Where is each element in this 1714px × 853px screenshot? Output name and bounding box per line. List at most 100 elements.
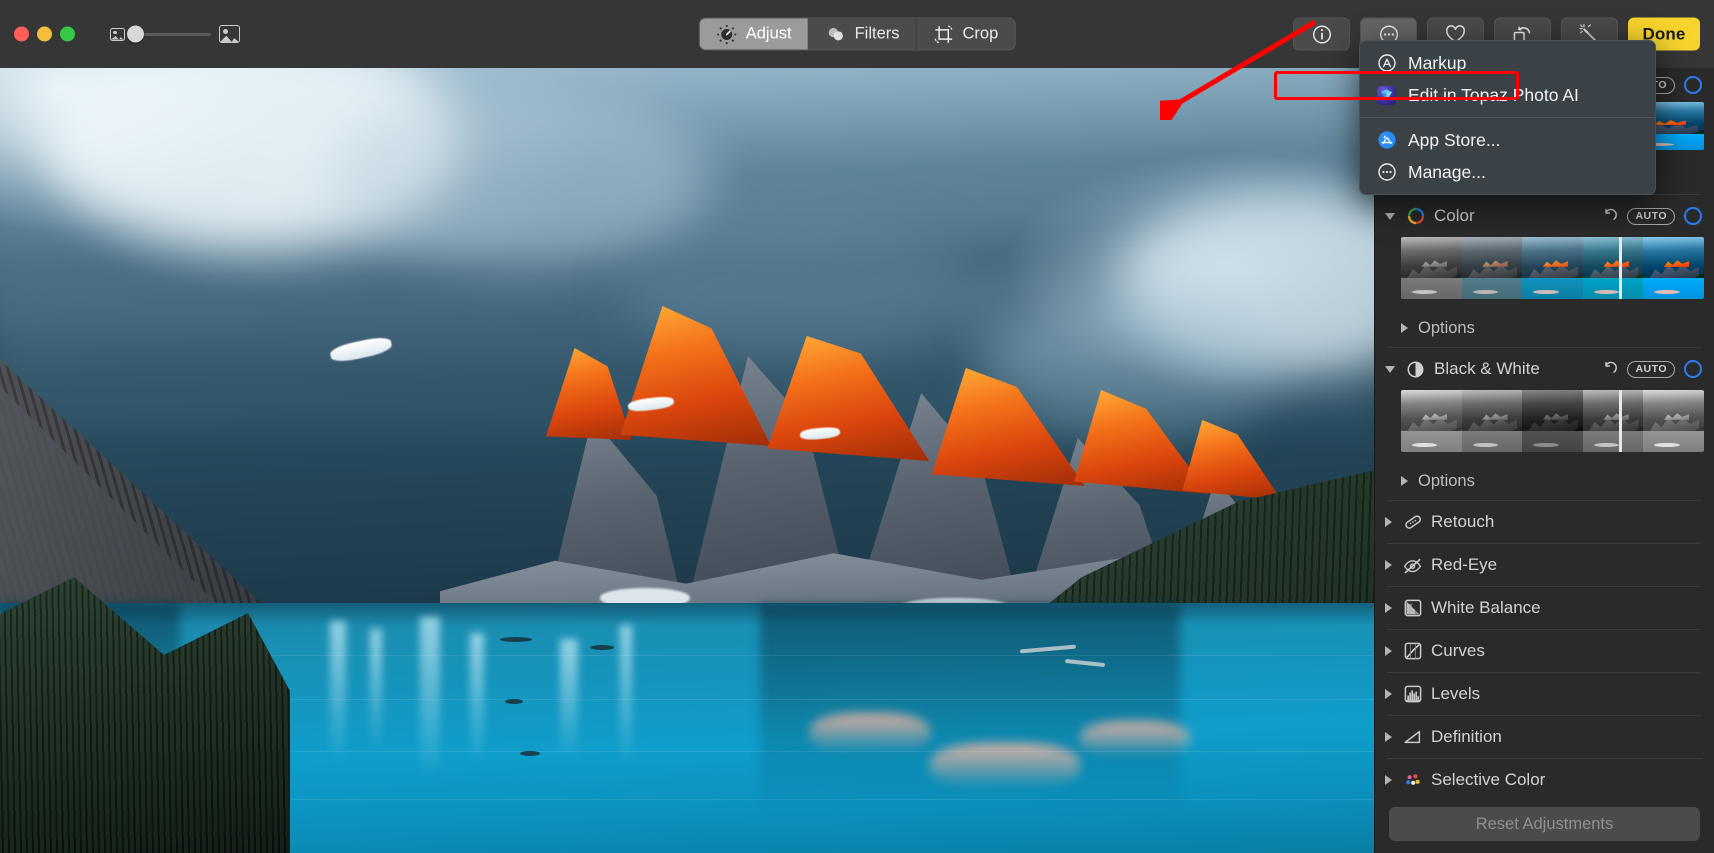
black-white-options-row[interactable]: Options bbox=[1375, 462, 1714, 500]
menu-item-markup[interactable]: Markup bbox=[1360, 47, 1655, 79]
zoom-slider-knob[interactable] bbox=[127, 25, 144, 43]
disclosure-triangle-icon[interactable] bbox=[1385, 365, 1395, 373]
levels-histogram-icon bbox=[1402, 684, 1423, 705]
color-options-row[interactable]: Options bbox=[1375, 309, 1714, 347]
app-store-icon bbox=[1376, 130, 1397, 151]
sidebar-section-title: Red-Eye bbox=[1431, 555, 1498, 574]
curves-icon bbox=[1402, 641, 1423, 662]
options-label: Options bbox=[1418, 318, 1475, 337]
disclosure-triangle-icon[interactable] bbox=[1385, 212, 1395, 220]
zoom-slider[interactable] bbox=[127, 25, 211, 43]
close-window-button[interactable] bbox=[14, 26, 29, 42]
bandage-icon bbox=[1402, 512, 1423, 533]
sidebar-section-black-and-white[interactable]: Black & White AUTO bbox=[1375, 348, 1714, 390]
disclosure-triangle-icon[interactable] bbox=[1385, 517, 1392, 527]
sidebar-section-title: Selective Color bbox=[1431, 770, 1546, 789]
photo-canvas[interactable] bbox=[0, 68, 1374, 853]
sidebar-section-white-balance[interactable]: W B White Balance bbox=[1375, 587, 1714, 629]
minimize-window-button[interactable] bbox=[37, 26, 52, 42]
tab-adjust-label: Adjust bbox=[745, 24, 792, 43]
tab-filters[interactable]: Filters bbox=[809, 18, 917, 50]
sidebar-footer: Reset Adjustments bbox=[1375, 795, 1714, 853]
black-white-preset-strip[interactable] bbox=[1401, 390, 1704, 452]
sidebar-section-definition[interactable]: Definition bbox=[1375, 716, 1714, 758]
markup-circle-a-icon bbox=[1376, 53, 1397, 74]
menu-item-app-store[interactable]: App Store... bbox=[1360, 124, 1655, 156]
traffic-lights bbox=[14, 26, 75, 42]
sidebar-section-title: Definition bbox=[1431, 727, 1502, 746]
definition-triangle-icon bbox=[1402, 727, 1423, 748]
photo-image bbox=[0, 68, 1374, 853]
disclosure-triangle-icon[interactable] bbox=[1385, 560, 1392, 570]
color-preset-strip[interactable] bbox=[1401, 237, 1704, 299]
tab-adjust[interactable]: Adjust bbox=[699, 18, 809, 50]
sidebar-section-color[interactable]: Color AUTO bbox=[1375, 195, 1714, 237]
svg-text:B: B bbox=[1415, 610, 1418, 615]
contrast-half-circle-icon bbox=[1405, 359, 1426, 380]
sidebar-section-title: Black & White bbox=[1434, 359, 1540, 378]
preset-thumb[interactable] bbox=[1582, 390, 1644, 452]
section-enable-toggle[interactable] bbox=[1684, 207, 1702, 225]
disclosure-triangle-icon[interactable] bbox=[1385, 603, 1392, 613]
crop-rotate-icon bbox=[934, 25, 953, 43]
reset-icon[interactable] bbox=[1602, 208, 1618, 224]
preset-thumb[interactable] bbox=[1582, 237, 1644, 299]
selective-color-dots-icon bbox=[1402, 770, 1423, 791]
eye-slash-icon bbox=[1402, 555, 1423, 576]
sidebar-section-title: Levels bbox=[1431, 684, 1481, 703]
sidebar-section-levels[interactable]: Levels bbox=[1375, 673, 1714, 715]
info-button[interactable] bbox=[1293, 17, 1350, 51]
disclosure-triangle-icon[interactable] bbox=[1385, 689, 1392, 699]
topaz-gem-icon bbox=[1376, 85, 1397, 106]
menu-item-label: Edit in Topaz Photo AI bbox=[1408, 84, 1579, 105]
auto-button[interactable]: AUTO bbox=[1627, 360, 1675, 378]
disclosure-triangle-icon[interactable] bbox=[1385, 646, 1392, 656]
sidebar-section-title: Retouch bbox=[1431, 512, 1495, 531]
zoom-window-button[interactable] bbox=[60, 26, 75, 42]
preset-thumb[interactable] bbox=[1461, 237, 1523, 299]
preset-thumb[interactable] bbox=[1643, 390, 1704, 452]
white-balance-icon: W B bbox=[1402, 598, 1423, 619]
menu-item-label: Markup bbox=[1408, 52, 1467, 73]
preset-thumb[interactable] bbox=[1522, 390, 1583, 452]
reset-icon[interactable] bbox=[1602, 361, 1618, 377]
sidebar-section-selective-color[interactable]: Selective Color bbox=[1375, 759, 1714, 795]
photos-edit-window: Light AUTO Options bbox=[0, 0, 1714, 853]
tab-filters-label: Filters bbox=[854, 24, 900, 43]
disclosure-triangle-icon[interactable] bbox=[1385, 732, 1392, 742]
sidebar-section-title: Color bbox=[1434, 206, 1475, 225]
disclosure-triangle-icon[interactable] bbox=[1385, 775, 1392, 785]
strip-position-marker[interactable] bbox=[1619, 237, 1622, 299]
sidebar-section-title: Curves bbox=[1431, 641, 1485, 660]
disclosure-triangle-icon[interactable] bbox=[1401, 476, 1408, 486]
filters-circles-icon bbox=[828, 27, 843, 40]
preset-thumb[interactable] bbox=[1401, 390, 1462, 452]
thumbnail-large-icon bbox=[219, 25, 240, 43]
reset-adjustments-button[interactable]: Reset Adjustments bbox=[1389, 807, 1700, 841]
strip-position-marker[interactable] bbox=[1619, 390, 1622, 452]
menu-item-edit-in-topaz-photo-ai[interactable]: Edit in Topaz Photo AI bbox=[1360, 79, 1655, 111]
more-options-menu: Markup Edit in Topaz Photo AI App Store.… bbox=[1359, 40, 1656, 195]
disclosure-triangle-icon[interactable] bbox=[1401, 323, 1408, 333]
options-label: Options bbox=[1418, 471, 1475, 490]
adjust-dial-icon bbox=[717, 24, 737, 44]
svg-text:W: W bbox=[1408, 602, 1413, 607]
sidebar-section-retouch[interactable]: Retouch bbox=[1375, 501, 1714, 543]
preset-thumb[interactable] bbox=[1401, 237, 1462, 299]
color-wheel-icon bbox=[1405, 206, 1426, 227]
sidebar-section-curves[interactable]: Curves bbox=[1375, 630, 1714, 672]
cloud-blob bbox=[330, 88, 710, 268]
menu-item-manage[interactable]: Manage... bbox=[1360, 156, 1655, 188]
section-enable-toggle[interactable] bbox=[1684, 360, 1702, 378]
preset-thumb[interactable] bbox=[1522, 237, 1583, 299]
section-enable-toggle[interactable] bbox=[1684, 76, 1702, 94]
preset-thumb[interactable] bbox=[1643, 237, 1704, 299]
auto-button[interactable]: AUTO bbox=[1627, 207, 1675, 225]
menu-item-label: Manage... bbox=[1408, 161, 1486, 182]
sidebar-section-title: White Balance bbox=[1431, 598, 1541, 617]
zoom-slider-group[interactable] bbox=[110, 25, 240, 43]
sidebar-section-red-eye[interactable]: Red-Eye bbox=[1375, 544, 1714, 586]
menu-separator bbox=[1360, 117, 1655, 118]
tab-crop[interactable]: Crop bbox=[917, 19, 1015, 50]
preset-thumb[interactable] bbox=[1461, 390, 1523, 452]
